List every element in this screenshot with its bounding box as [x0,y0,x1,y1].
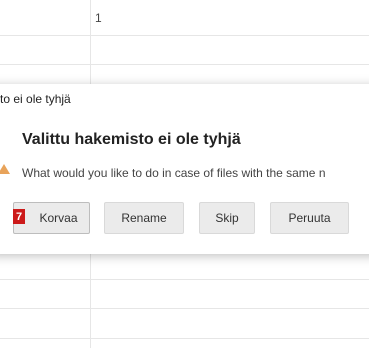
skip-button[interactable]: Skip [199,202,255,234]
grid-row-line [0,279,369,280]
grid-row-line [0,338,369,339]
replace-button-label: Korvaa [39,211,78,225]
grid-row-line [0,64,369,65]
rename-button[interactable]: Rename [104,202,184,234]
cancel-button-label: Peruuta [288,211,331,225]
replace-button[interactable]: 7 Korvaa [13,202,90,234]
rename-button-label: Rename [121,211,167,225]
directory-not-empty-dialog: to ei ole tyhjä Valittu hakemisto ei ole… [0,84,369,254]
column-header-number: 1 [95,11,102,25]
grid-row-line [0,308,369,309]
dialog-title: to ei ole tyhjä [0,92,71,106]
dialog-heading: Valittu hakemisto ei ole tyhjä [22,131,241,148]
warning-icon [0,164,10,174]
dialog-message: What would you like to do in case of fil… [22,166,326,180]
skip-button-label: Skip [215,211,239,225]
cancel-button[interactable]: Peruuta [270,202,349,234]
shortcut-badge: 7 [13,209,25,224]
grid-row-line [0,35,369,36]
